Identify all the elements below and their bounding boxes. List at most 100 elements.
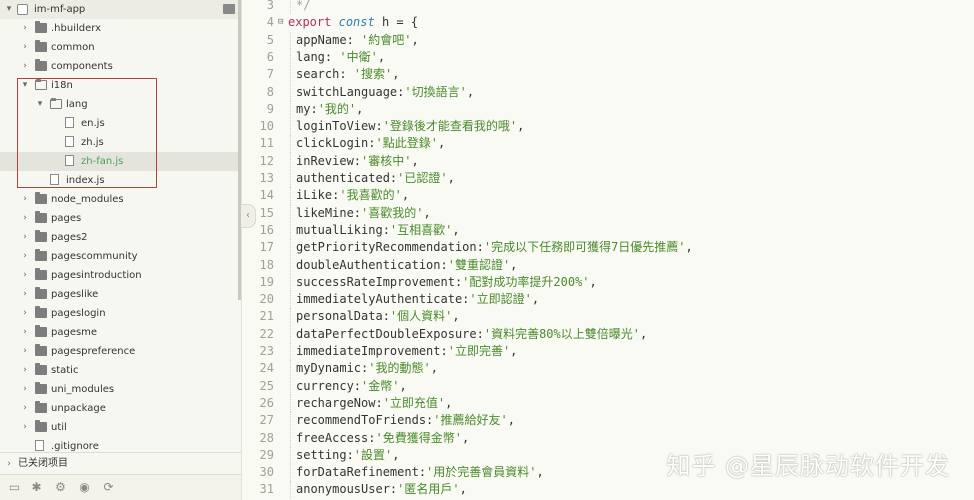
indent-guide (290, 464, 292, 482)
code-line: 6 lang: '中衛', (256, 48, 974, 67)
code-string: '立即認證' (469, 292, 532, 307)
tree-item-label: pagescommunity (51, 251, 138, 262)
settings-icon[interactable]: ⚙ (54, 481, 67, 494)
folder-item[interactable]: › util (0, 418, 241, 437)
folder-item[interactable]: › pagespreference (0, 342, 241, 361)
tree-item-label: util (51, 422, 67, 433)
folder-item[interactable]: › unpackage (0, 399, 241, 418)
indent-guide (290, 273, 292, 292)
code-entry: lang: '中衛', (296, 49, 386, 64)
code-line: 15 likeMine:'喜歡我的', (256, 204, 974, 222)
chevron-right-icon[interactable]: › (20, 247, 30, 266)
code-key: loginToView: (296, 119, 383, 134)
indent-guide (290, 343, 292, 361)
preview-icon[interactable]: ◉ (78, 481, 91, 494)
folder-item[interactable]: › pageslike (0, 285, 241, 304)
folder-item[interactable]: › pageslogin (0, 304, 241, 323)
code-entry: my:'我的', (296, 101, 364, 116)
collapse-sidebar-button[interactable]: ‹ (241, 204, 256, 228)
folder-item[interactable]: › pages2 (0, 228, 241, 247)
chevron-right-icon[interactable]: › (20, 361, 30, 380)
indent-guide (290, 135, 292, 153)
chevron-right-icon[interactable]: › (20, 304, 30, 323)
file-item[interactable]: zh-fan.js (0, 152, 241, 171)
code-line: 5 appName: '約會吧', (256, 31, 974, 49)
indent-guide (290, 0, 292, 15)
tree-item-label: uni_modules (51, 384, 115, 395)
line-number: 27 (259, 413, 274, 428)
folder-item[interactable]: › pagesintroduction (0, 266, 241, 285)
project-root[interactable]: ▾ im-mf-app (0, 0, 241, 19)
indent-guide (290, 481, 292, 499)
file-item[interactable]: index.js (0, 171, 241, 190)
chevron-right-icon[interactable]: › (20, 190, 30, 209)
chevron-right-icon[interactable]: › (20, 418, 30, 437)
folder-icon[interactable] (223, 4, 235, 14)
code-string: '我的' (317, 101, 357, 116)
folder-item[interactable]: › components (0, 57, 241, 76)
folder-item[interactable]: › .hbuilderx (0, 19, 241, 38)
fold-icon[interactable]: ⊟ (278, 14, 283, 31)
code-line: 18 doubleAuthentication:'雙重認證', (256, 256, 974, 274)
code-line: 16 mutualLiking:'互相喜歡', (256, 221, 974, 240)
code-key: setting: (296, 447, 354, 462)
code-line: 26 rechargeNow:'立即充值', (256, 394, 974, 413)
folder-item[interactable]: › pagesme (0, 323, 241, 342)
file-item[interactable]: en.js (0, 114, 241, 133)
file-item[interactable]: zh.js (0, 133, 241, 152)
chevron-right-icon[interactable]: › (20, 57, 30, 76)
code-string: '我喜歡的' (339, 188, 402, 203)
chevron-right-icon[interactable]: › (20, 285, 30, 304)
code-entry: iLike:'我喜歡的', (296, 188, 410, 203)
chevron-right-icon[interactable]: › (20, 209, 30, 228)
folder-icon (35, 401, 47, 413)
folder-item[interactable]: › uni_modules (0, 380, 241, 399)
code-string: '完成以下任務即可獲得7日優先推薦' (483, 240, 686, 255)
project-explorer: ▾ im-mf-app › .hbuilderx › common › component… (0, 0, 242, 500)
line-number: 18 (259, 257, 274, 272)
folder-item[interactable]: › pagescommunity (0, 247, 241, 266)
code-entry: currency:'金幣', (296, 378, 407, 393)
chevron-right-icon[interactable]: › (20, 266, 30, 285)
tree-item-label: unpackage (51, 403, 106, 414)
chevron-right-icon[interactable]: › (20, 380, 30, 399)
folder-item[interactable]: ▾ lang (0, 95, 241, 114)
folder-icon (35, 40, 47, 52)
chevron-down-icon[interactable]: ▾ (35, 95, 45, 114)
folder-item[interactable]: › common (0, 38, 241, 57)
sync-icon[interactable]: ⟳ (102, 481, 115, 494)
folder-item[interactable]: › static (0, 361, 241, 380)
indent-guide (290, 152, 292, 170)
chevron-right-icon[interactable]: › (20, 19, 30, 38)
chevron-right-icon[interactable]: › (20, 228, 30, 247)
indent-guide (290, 325, 292, 343)
chevron-right-icon[interactable]: › (20, 342, 30, 361)
closed-projects[interactable]: › 已关闭项目 (0, 452, 241, 475)
tree-item-label: common (51, 42, 95, 53)
code-string: '匿名用戶' (397, 482, 460, 497)
folder-icon (35, 211, 47, 223)
code-line: 19 successRateImprovement:'配對成功率提升200%', (256, 273, 974, 292)
code-string: '中衛' (339, 49, 378, 64)
bug-icon[interactable]: ✱ (30, 481, 43, 494)
chevron-down-icon[interactable]: ▾ (20, 76, 30, 95)
line-number: 5 (266, 32, 274, 47)
code-key: forDataRefinement: (296, 465, 427, 480)
code-string: '登錄後才能查看我的哦' (382, 119, 518, 134)
folder-item[interactable]: ▾ i18n (0, 76, 241, 95)
chevron-down-icon[interactable]: ▾ (4, 0, 14, 19)
indent-guide (290, 360, 292, 378)
folder-item[interactable]: › pages (0, 209, 241, 228)
folder-item[interactable]: › node_modules (0, 190, 241, 209)
chevron-right-icon: › (7, 459, 11, 469)
folder-icon[interactable]: ▭ (8, 481, 21, 494)
code-editor[interactable]: 3 */4 ⊟ export const h = {5 appName: '約會吧', 6… (256, 0, 974, 500)
indent-guide (290, 239, 292, 257)
chevron-right-icon[interactable]: › (20, 38, 30, 57)
sidebar-scrollbar[interactable] (238, 0, 241, 300)
code-text: export const h = { (288, 15, 419, 30)
code-entry: clickLogin:'點此登錄', (296, 136, 446, 151)
chevron-right-icon[interactable]: › (20, 399, 30, 418)
chevron-right-icon[interactable]: › (20, 323, 30, 342)
tree-item-label: pagespreference (51, 346, 136, 357)
